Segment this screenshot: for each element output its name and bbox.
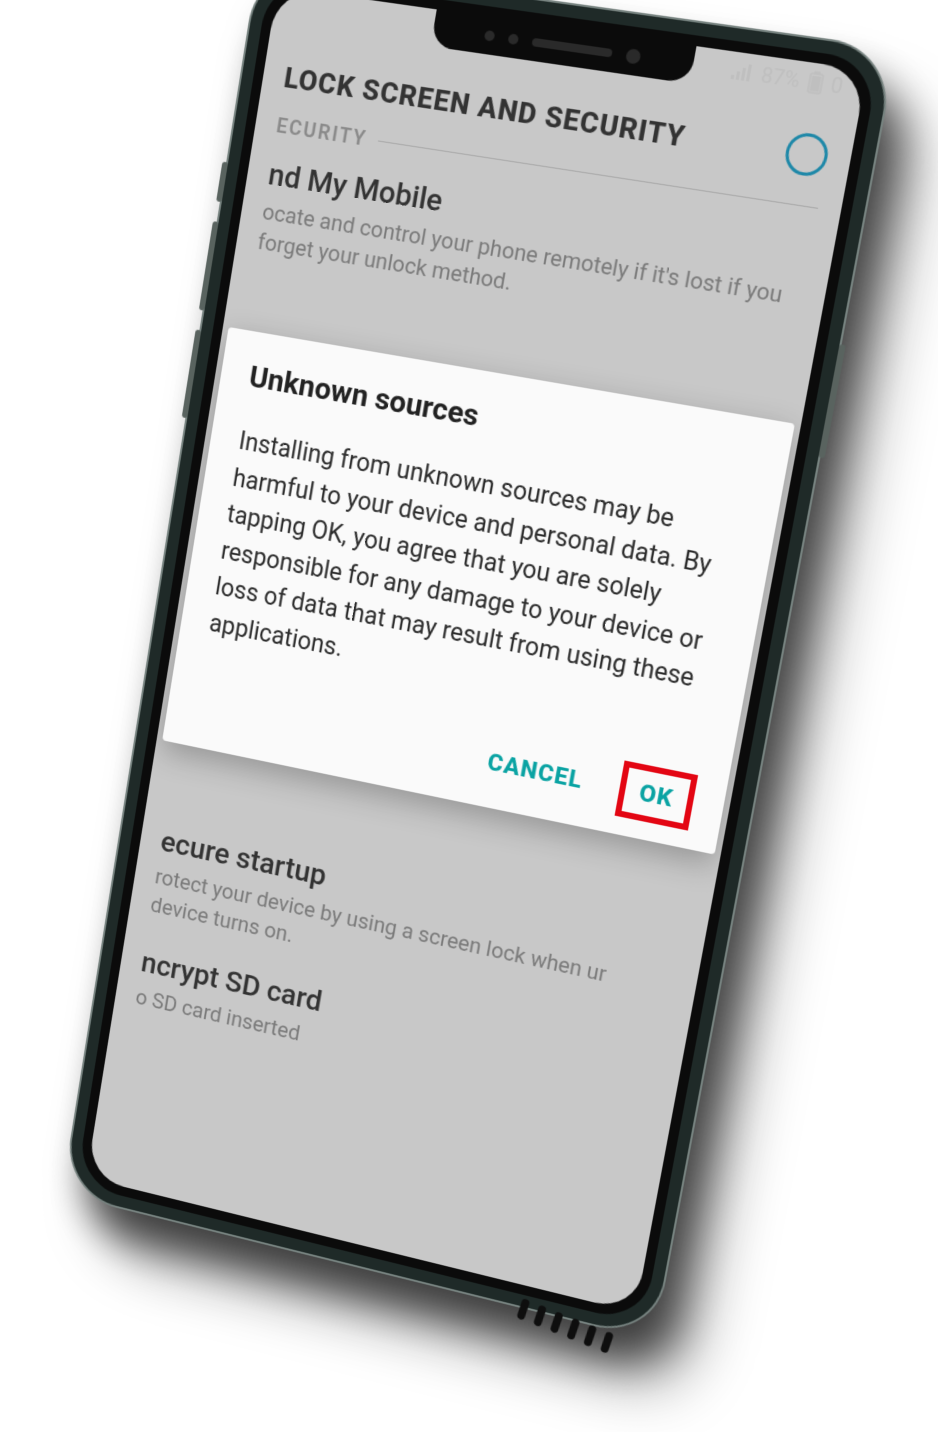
phone-frame: 87% 0 LOCK SCREEN AND SECURITY ECURITY bbox=[64, 0, 895, 1339]
volume-up-button bbox=[199, 221, 219, 311]
phone-screen: 87% 0 LOCK SCREEN AND SECURITY ECURITY bbox=[86, 0, 867, 1313]
search-icon[interactable] bbox=[782, 130, 831, 178]
volume-down-button bbox=[182, 329, 202, 418]
cancel-button[interactable]: CANCEL bbox=[472, 736, 598, 807]
battery-icon bbox=[806, 70, 825, 95]
signal-icon bbox=[729, 61, 755, 83]
ok-button[interactable]: OK bbox=[615, 760, 698, 830]
battery-percent: 87% bbox=[759, 62, 802, 93]
side-button bbox=[216, 162, 228, 203]
